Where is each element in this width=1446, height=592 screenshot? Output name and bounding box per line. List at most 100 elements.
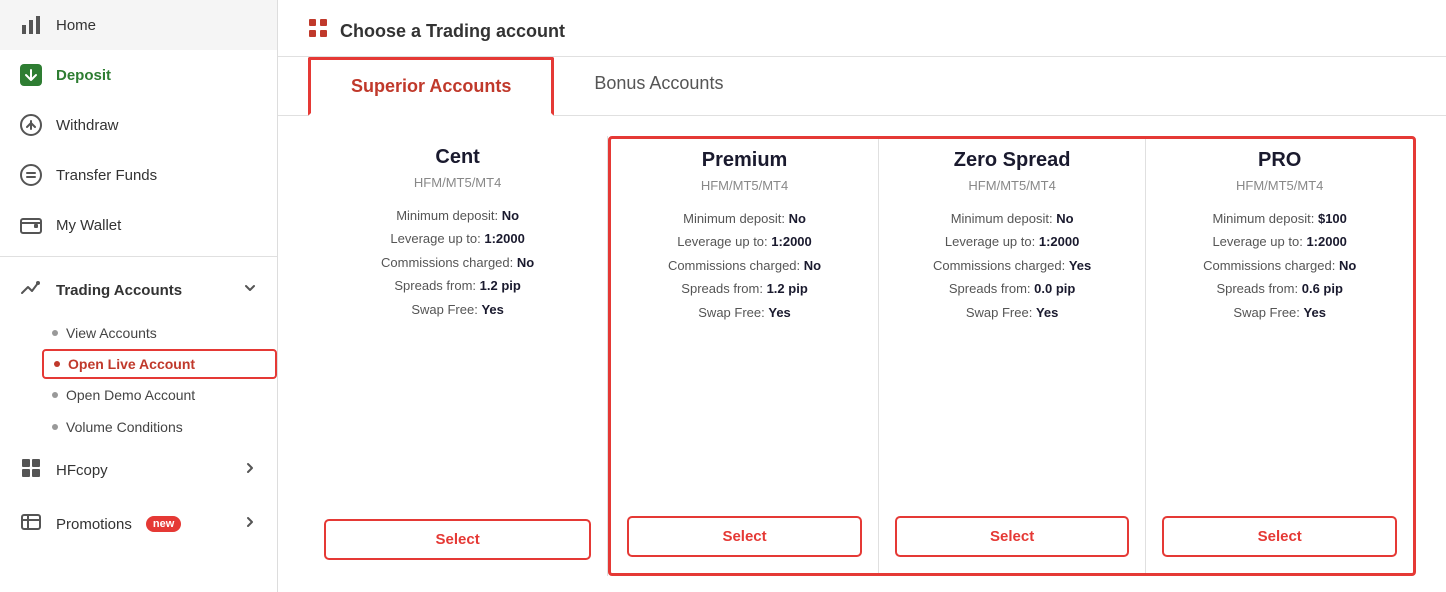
pro-comm-val: No [1339,258,1356,273]
prem-min-dep-val: No [789,211,806,226]
card-zero-details: Minimum deposit: No Leverage up to: 1:20… [933,207,1091,500]
cards-area: Cent HFM/MT5/MT4 Minimum deposit: No Lev… [278,116,1446,592]
main-header: Choose a Trading account [278,0,1446,57]
pro-spreads-val: 0.6 pip [1302,281,1343,296]
zero-comm-val: Yes [1069,258,1091,273]
account-card-cent: Cent HFM/MT5/MT4 Minimum deposit: No Lev… [308,136,608,576]
chevron-right-icon [243,461,257,479]
sidebar-hfcopy-label: HFcopy [56,462,108,479]
zero-spreads-val: 0.0 pip [1034,281,1075,296]
prem-leverage-label: Leverage up to: [677,234,767,249]
highlighted-accounts-group: Premium HFM/MT5/MT4 Minimum deposit: No … [608,136,1416,576]
page-title: Choose a Trading account [340,21,565,42]
card-premium-platform: HFM/MT5/MT4 [701,178,788,193]
promotions-icon [20,511,42,537]
cent-spreads-label: Spreads from: [394,278,476,293]
account-card-pro: PRO HFM/MT5/MT4 Minimum deposit: $100 Le… [1146,139,1413,573]
cent-swap-val: Yes [481,302,503,317]
sidebar-home-label: Home [56,17,96,34]
tab-superior[interactable]: Superior Accounts [308,57,554,116]
sidebar-trading-label: Trading Accounts [56,282,182,299]
cent-spreads-val: 1.2 pip [480,278,521,293]
sidebar-withdraw-label: Withdraw [56,117,119,134]
zero-spreads-label: Spreads from: [949,281,1031,296]
trading-sub-menu: View Accounts Open Live Account Open Dem… [0,317,277,443]
card-pro-name: PRO [1258,149,1301,172]
prem-comm-label: Commissions charged: [668,258,800,273]
zero-min-dep-label: Minimum deposit: [951,211,1053,226]
active-bullet-icon [54,361,60,367]
sidebar-item-wallet[interactable]: My Wallet [0,200,277,250]
tabs-row: Superior Accounts Bonus Accounts [278,57,1446,116]
sub-volume-label: Volume Conditions [66,419,183,435]
sub-view-accounts[interactable]: View Accounts [42,317,277,349]
zero-swap-val: Yes [1036,305,1058,320]
sub-view-label: View Accounts [66,325,157,341]
card-pro-details: Minimum deposit: $100 Leverage up to: 1:… [1203,207,1356,500]
card-pro-platform: HFM/MT5/MT4 [1236,178,1323,193]
pro-spreads-label: Spreads from: [1216,281,1298,296]
card-cent-details: Minimum deposit: No Leverage up to: 1:20… [381,204,534,503]
bullet-icon-volume [52,424,58,430]
pro-min-dep-label: Minimum deposit: [1212,211,1314,226]
account-card-premium: Premium HFM/MT5/MT4 Minimum deposit: No … [611,139,879,573]
sub-open-live-label: Open Live Account [68,356,195,372]
cent-min-dep-label: Minimum deposit: [396,208,498,223]
zero-leverage-label: Leverage up to: [945,234,1035,249]
card-zero-name: Zero Spread [954,149,1071,172]
zero-swap-label: Swap Free: [966,305,1032,320]
hfcopy-icon [20,457,42,483]
select-button-cent[interactable]: Select [324,519,591,560]
sidebar-item-home[interactable]: Home [0,0,277,50]
tab-bonus-label: Bonus Accounts [594,73,723,93]
sidebar-promotions[interactable]: Promotions new [0,497,277,551]
prem-leverage-val: 1:2000 [771,234,811,249]
select-button-pro[interactable]: Select [1162,516,1397,557]
deposit-icon [20,64,42,86]
prem-spreads-val: 1.2 pip [767,281,808,296]
pro-leverage-val: 1:2000 [1306,234,1346,249]
grid-icon [308,18,328,44]
account-card-zero-spread: Zero Spread HFM/MT5/MT4 Minimum deposit:… [879,139,1147,573]
withdraw-icon [20,114,42,136]
select-button-premium[interactable]: Select [627,516,862,557]
sidebar-wallet-label: My Wallet [56,217,121,234]
zero-leverage-val: 1:2000 [1039,234,1079,249]
chevron-right-promotions-icon [243,515,257,533]
sidebar-hfcopy[interactable]: HFcopy [0,443,277,497]
sub-open-demo[interactable]: Open Demo Account [42,379,277,411]
sidebar-promotions-label: Promotions [56,516,132,533]
zero-comm-label: Commissions charged: [933,258,1065,273]
tab-bonus[interactable]: Bonus Accounts [554,57,763,115]
sidebar-deposit-label: Deposit [56,67,111,84]
card-premium-details: Minimum deposit: No Leverage up to: 1:20… [668,207,821,500]
sub-open-live[interactable]: Open Live Account [42,349,277,379]
sidebar-item-deposit[interactable]: Deposit [0,50,277,100]
sidebar-item-withdraw[interactable]: Withdraw [0,100,277,150]
pro-leverage-label: Leverage up to: [1212,234,1302,249]
bullet-icon [52,330,58,336]
prem-swap-label: Swap Free: [698,305,764,320]
cent-comm-label: Commissions charged: [381,255,513,270]
bar-chart-icon [20,14,42,36]
prem-min-dep-label: Minimum deposit: [683,211,785,226]
cent-swap-label: Swap Free: [411,302,477,317]
tab-superior-label: Superior Accounts [351,76,511,96]
sidebar-transfer-label: Transfer Funds [56,167,157,184]
card-cent-name: Cent [435,146,479,169]
sidebar-trading-accounts[interactable]: Trading Accounts [0,263,277,317]
sidebar: Home Deposit Withdraw Transfer F [0,0,278,592]
prem-spreads-label: Spreads from: [681,281,763,296]
sidebar-divider-1 [0,256,277,257]
prem-comm-val: No [804,258,821,273]
card-zero-platform: HFM/MT5/MT4 [968,178,1055,193]
transfer-icon [20,164,42,186]
prem-swap-val: Yes [768,305,790,320]
pro-comm-label: Commissions charged: [1203,258,1335,273]
sidebar-item-transfer[interactable]: Transfer Funds [0,150,277,200]
select-button-zero[interactable]: Select [895,516,1130,557]
card-premium-name: Premium [702,149,788,172]
pro-swap-label: Swap Free: [1233,305,1299,320]
sub-volume[interactable]: Volume Conditions [42,411,277,443]
main-content: Choose a Trading account Superior Accoun… [278,0,1446,592]
